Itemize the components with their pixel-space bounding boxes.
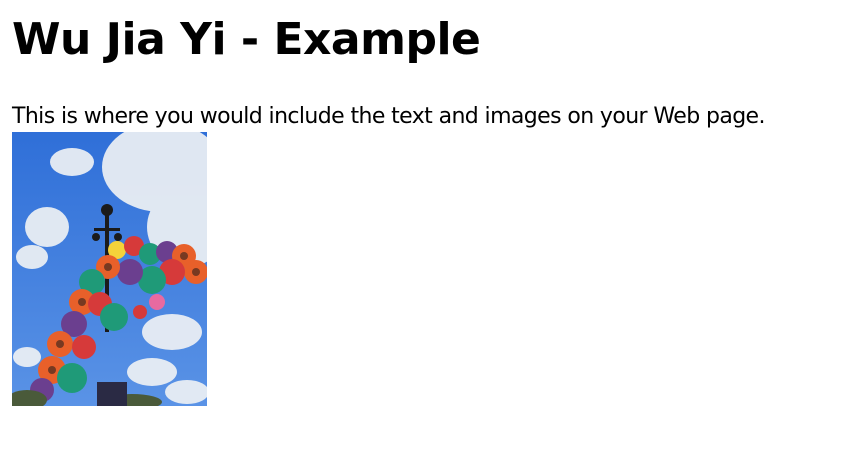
web-page: Wu Jia Yi - Example This is where you wo… [0, 0, 853, 453]
balloons-image [12, 132, 207, 406]
page-body-text: This is where you would include the text… [12, 104, 765, 129]
page-title: Wu Jia Yi - Example [12, 14, 481, 65]
